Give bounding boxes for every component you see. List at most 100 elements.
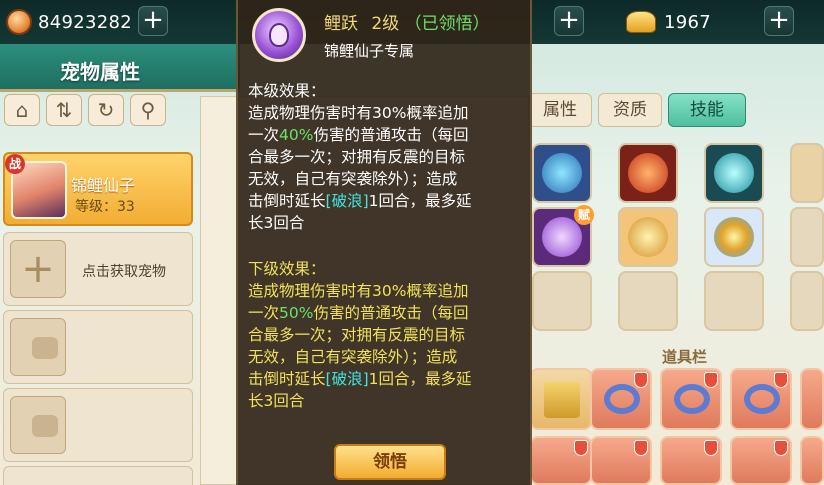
talent-badge: 赋 bbox=[574, 205, 594, 225]
locked-pet-slot[interactable] bbox=[3, 310, 193, 384]
detail-tabs: 属性 资质 技能 bbox=[528, 93, 746, 127]
item-slot[interactable] bbox=[530, 368, 592, 430]
page-header: 宠物属性 bbox=[0, 44, 240, 92]
item-slot[interactable] bbox=[590, 368, 652, 430]
bound-icon bbox=[704, 440, 718, 456]
tab-attributes[interactable]: 属性 bbox=[528, 93, 592, 127]
keyword-polang: [破浪] bbox=[325, 370, 369, 388]
gold-counter: 1967 bbox=[626, 7, 711, 37]
collar-icon bbox=[744, 384, 780, 414]
home-icon[interactable]: ⌂ bbox=[4, 94, 40, 126]
add-coins-button[interactable]: + bbox=[138, 6, 168, 36]
bound-icon bbox=[774, 440, 788, 456]
item-slot[interactable] bbox=[530, 436, 592, 485]
item-slot[interactable] bbox=[730, 436, 792, 485]
skill-state: （已领悟） bbox=[404, 14, 490, 34]
skill-slot[interactable] bbox=[532, 143, 592, 203]
skill-slot-empty[interactable] bbox=[790, 207, 824, 267]
skill-slot-empty[interactable] bbox=[790, 271, 824, 331]
item-slot[interactable] bbox=[730, 368, 792, 430]
lion-skill-icon bbox=[628, 217, 668, 257]
skill-slot[interactable] bbox=[704, 207, 764, 267]
lock-icon bbox=[10, 318, 66, 376]
tab-aptitude[interactable]: 资质 bbox=[598, 93, 662, 127]
page-title: 宠物属性 bbox=[60, 60, 140, 84]
item-slot[interactable] bbox=[590, 436, 652, 485]
next-effect-title: 下级效果： bbox=[248, 260, 326, 278]
add-pet-card[interactable]: + 点击获取宠物 bbox=[3, 232, 193, 306]
skill-title: 鲤跃 2级 （已领悟） bbox=[324, 9, 490, 34]
demon-skill-icon bbox=[628, 153, 668, 193]
effect-percent: 40% bbox=[279, 126, 314, 144]
bound-icon bbox=[774, 372, 788, 388]
add-pet-label: 点击获取宠物 bbox=[82, 264, 166, 280]
beast-skill-icon bbox=[542, 153, 582, 193]
locked-pet-slot[interactable] bbox=[3, 466, 193, 485]
bound-icon bbox=[574, 440, 588, 456]
tab-skills[interactable]: 技能 bbox=[668, 93, 746, 127]
battle-badge: 战 bbox=[5, 154, 25, 174]
effect-line: 一次50%伤害的普通攻击（每回 bbox=[248, 304, 469, 322]
collar-icon bbox=[604, 384, 640, 414]
crystal-skill-icon bbox=[714, 153, 754, 193]
scroll-icon bbox=[544, 382, 580, 418]
swirl-skill-icon bbox=[714, 217, 754, 257]
effect-line: 造成物理伤害时有30%概率追加 bbox=[248, 104, 469, 122]
next-level-effect: 下级效果： 造成物理伤害时有30%概率追加 一次50%伤害的普通攻击（每回 合最… bbox=[248, 258, 526, 412]
effect-line: 合最多一次；对拥有反震的目标 bbox=[248, 148, 466, 166]
skill-slot-empty[interactable] bbox=[532, 271, 592, 331]
pet-list-toolbar: ⌂ ⇅ ↻ ⚲ bbox=[4, 94, 166, 126]
skill-subtitle: 锦鲤仙子专属 bbox=[324, 42, 415, 60]
effect-line: 击倒时延长[破浪]1回合，最多延 bbox=[248, 370, 472, 388]
effect-line: 造成物理伤害时有30%概率追加 bbox=[248, 282, 469, 300]
pet-card-selected[interactable]: 战 锦鲤仙子 等级：33 bbox=[3, 152, 193, 226]
item-slot[interactable] bbox=[660, 368, 722, 430]
item-slot[interactable] bbox=[800, 436, 824, 485]
skill-level: 2级 bbox=[371, 14, 400, 34]
bound-icon bbox=[704, 372, 718, 388]
effect-line: 合最多一次；对拥有反震的目标 bbox=[248, 326, 466, 344]
pet-name: 锦鲤仙子 bbox=[71, 176, 136, 195]
effect-line: 击倒时延长[破浪]1回合，最多延 bbox=[248, 192, 472, 210]
items-section-title: 道具栏 bbox=[662, 348, 708, 366]
pet-level: 等级：33 bbox=[75, 199, 135, 215]
collar-icon bbox=[674, 384, 710, 414]
refresh-icon[interactable]: ↻ bbox=[88, 94, 124, 126]
plus-icon: + bbox=[10, 240, 66, 298]
effect-percent: 50% bbox=[279, 304, 314, 322]
skill-name: 鲤跃 bbox=[324, 14, 358, 34]
item-slot[interactable] bbox=[800, 368, 824, 430]
coin-counter: 84923282 bbox=[6, 7, 132, 37]
sort-icon[interactable]: ⇅ bbox=[46, 94, 82, 126]
add-resource-button[interactable]: + bbox=[554, 6, 584, 36]
spirit-skill-icon bbox=[252, 8, 306, 62]
effect-line: 一次40%伤害的普通攻击（每回 bbox=[248, 126, 469, 144]
coin-icon bbox=[6, 9, 32, 35]
skill-tooltip: 鲤跃 2级 （已领悟） 锦鲤仙子专属 本级效果： 造成物理伤害时有30%概率追加… bbox=[236, 0, 532, 485]
skill-slot[interactable] bbox=[790, 143, 824, 203]
gold-value: 1967 bbox=[664, 11, 712, 33]
bound-icon bbox=[634, 372, 648, 388]
keyword-polang: [破浪] bbox=[325, 192, 369, 210]
effect-line: 无效，自己有突袭除外）；造成 bbox=[248, 170, 458, 188]
gold-ingot-icon bbox=[626, 11, 656, 33]
skill-slot-empty[interactable] bbox=[704, 271, 764, 331]
effect-line: 长3回合 bbox=[248, 392, 305, 410]
search-icon[interactable]: ⚲ bbox=[130, 94, 166, 126]
skill-slot-liyue[interactable]: 赋 bbox=[532, 205, 594, 267]
skill-slot[interactable] bbox=[704, 143, 764, 203]
add-gold-button[interactable]: + bbox=[764, 6, 794, 36]
face-glyph bbox=[269, 23, 289, 47]
bound-icon bbox=[634, 440, 648, 456]
skill-slot[interactable] bbox=[618, 143, 678, 203]
locked-pet-slot[interactable] bbox=[3, 388, 193, 462]
skill-slot[interactable] bbox=[618, 207, 678, 267]
skill-slot-empty[interactable] bbox=[618, 271, 678, 331]
effect-line: 无效，自己有突袭除外）；造成 bbox=[248, 348, 458, 366]
item-slot[interactable] bbox=[660, 436, 722, 485]
coin-value: 84923282 bbox=[38, 11, 133, 33]
learn-button[interactable]: 领悟 bbox=[334, 444, 446, 480]
spirit-skill-icon bbox=[542, 217, 582, 257]
lock-icon bbox=[10, 396, 66, 454]
current-level-effect: 本级效果： 造成物理伤害时有30%概率追加 一次40%伤害的普通攻击（每回 合最… bbox=[248, 80, 526, 234]
